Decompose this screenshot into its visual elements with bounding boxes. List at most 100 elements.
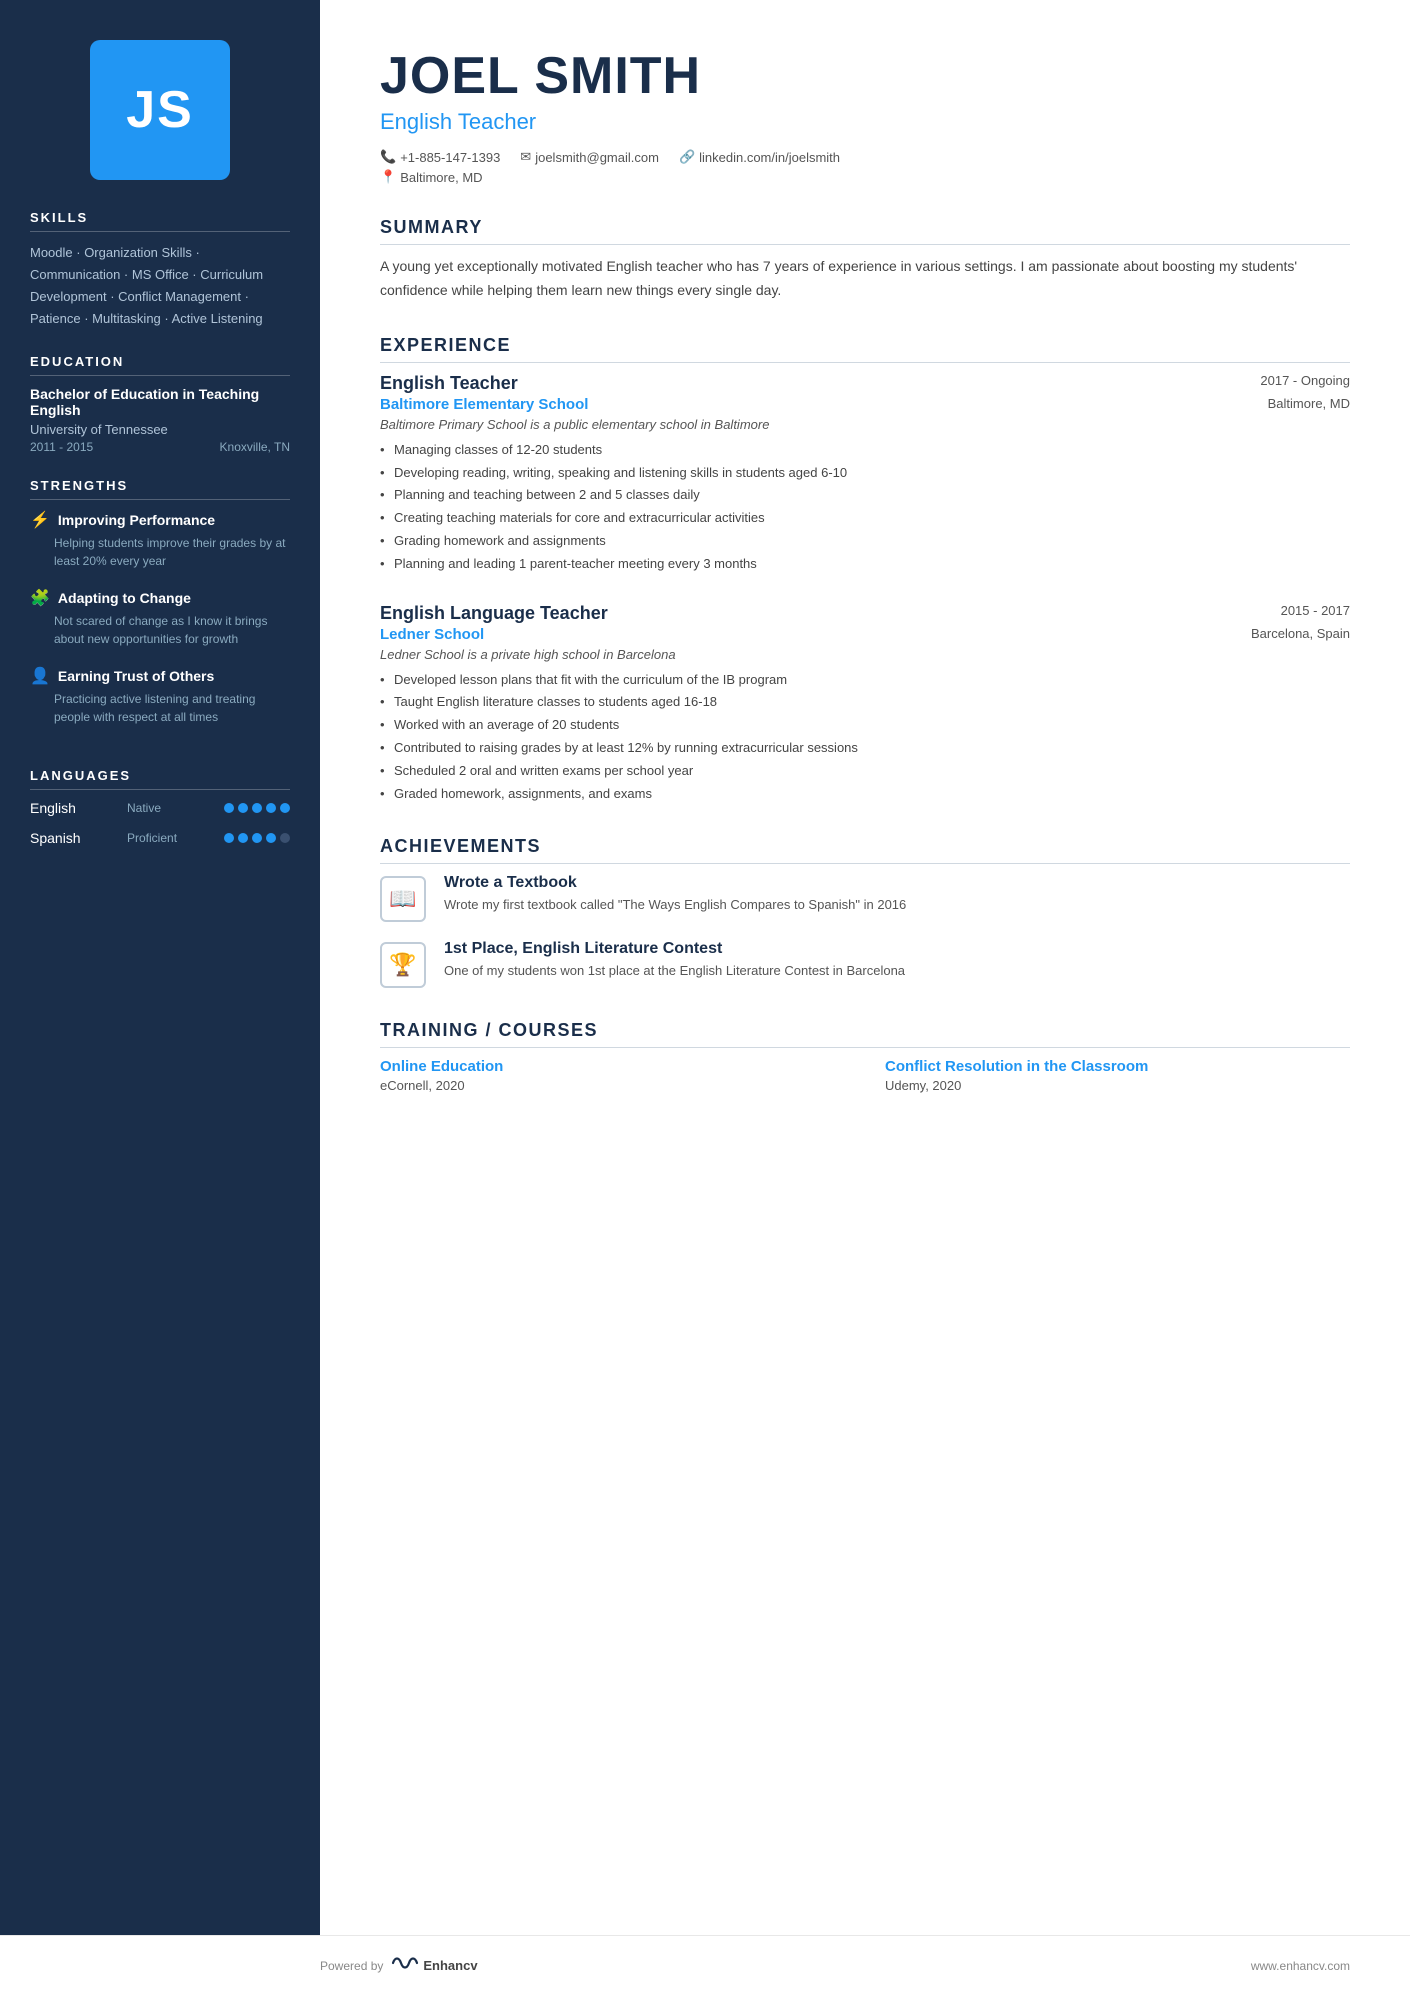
exp-block-2: English Language Teacher 2015 - 2017 Led… [380,603,1350,805]
exp-bullet-2-1: Developed lesson plans that fit with the… [380,670,1350,691]
strengths-title: STRENGTHS [30,478,290,500]
edu-location: Knoxville, TN [220,440,290,454]
edu-degree: Bachelor of Education in Teaching Englis… [30,386,290,418]
contact-location: 📍 Baltimore, MD [380,169,483,185]
skills-title: SKILLS [30,210,290,232]
exp-desc-2: Ledner School is a private high school i… [380,647,1350,662]
strength-item-3: 👤 Earning Trust of Others Practicing act… [30,666,290,726]
dot-s5 [280,833,290,843]
dot-s3 [252,833,262,843]
lang-row-english: English Native [30,800,290,816]
puzzle-icon: 🧩 [30,588,50,608]
dot-s4 [266,833,276,843]
strength-item-2: 🧩 Adapting to Change Not scared of chang… [30,588,290,648]
achievement-desc-2: One of my students won 1st place at the … [444,961,905,981]
exp-bullets-2: Developed lesson plans that fit with the… [380,670,1350,805]
achievement-desc-1: Wrote my first textbook called "The Ways… [444,895,906,915]
achievement-title-2: 1st Place, English Literature Contest [444,940,905,958]
powered-by-label: Powered by [320,1959,383,1973]
resume-main: JS SKILLS Moodle · Organization Skills ·… [0,0,1410,1935]
contact-email: ✉ joelsmith@gmail.com [520,149,659,165]
dot-3 [252,803,262,813]
exp-block-1: English Teacher 2017 - Ongoing Baltimore… [380,373,1350,575]
training-grid: Online Education eCornell, 2020 Conflict… [380,1058,1350,1093]
lang-dots-spanish [224,833,290,843]
exp-bullet-1-4: Creating teaching materials for core and… [380,508,1350,529]
location-icon: 📍 [380,169,396,185]
person-icon: 👤 [30,666,50,686]
contact-line-1: 📞 +1-885-147-1393 ✉ joelsmith@gmail.com … [380,149,1350,165]
strength-item-1: ⚡ Improving Performance Helping students… [30,510,290,570]
lang-level-english: Native [127,801,197,815]
languages-title: LANGUAGES [30,768,290,790]
achievement-icon-1: 📖 [380,876,426,922]
strength-desc-1: Helping students improve their grades by… [30,534,290,570]
exp-bullet-1-3: Planning and teaching between 2 and 5 cl… [380,485,1350,506]
languages-section: LANGUAGES English Native Spanish Profici… [0,768,320,884]
strength-label-3: Earning Trust of Others [58,668,214,684]
person-name: JOEL SMITH [380,48,1350,105]
training-title: TRAINING / COURSES [380,1020,1350,1048]
strength-title-2: 🧩 Adapting to Change [30,588,290,608]
exp-bullet-1-6: Planning and leading 1 parent-teacher me… [380,554,1350,575]
lang-name-spanish: Spanish [30,830,100,846]
contact-linkedin: 🔗 linkedin.com/in/joelsmith [679,149,840,165]
achievement-icon-2: 🏆 [380,942,426,988]
training-item-2: Conflict Resolution in the Classroom Ude… [885,1058,1350,1093]
contact-phone: 📞 +1-885-147-1393 [380,149,500,165]
exp-header-2: English Language Teacher 2015 - 2017 [380,603,1350,624]
dot-4 [266,803,276,813]
linkedin-icon: 🔗 [679,149,695,165]
header: JOEL SMITH English Teacher 📞 +1-885-147-… [380,48,1350,185]
phone-icon: 📞 [380,149,396,165]
exp-bullet-1-2: Developing reading, writing, speaking an… [380,463,1350,484]
lang-dots-english [224,803,290,813]
exp-bullet-2-5: Scheduled 2 oral and written exams per s… [380,761,1350,782]
dot-s2 [238,833,248,843]
edu-dates: 2011 - 2015 Knoxville, TN [30,440,290,454]
lightning-icon: ⚡ [30,510,50,530]
resume-wrapper: JS SKILLS Moodle · Organization Skills ·… [0,0,1410,1995]
exp-dates-1: 2017 - Ongoing [1260,373,1350,388]
enhancv-logo: Enhancv [391,1954,477,1977]
dot-s1 [224,833,234,843]
achievement-content-2: 1st Place, English Literature Contest On… [444,940,905,981]
lang-name-english: English [30,800,100,816]
exp-bullet-2-6: Graded homework, assignments, and exams [380,784,1350,805]
exp-job-title-2: English Language Teacher [380,603,608,624]
training-course-title-1: Online Education [380,1058,845,1075]
dot-2 [238,803,248,813]
exp-company-2: Ledner School [380,626,484,643]
strength-title-3: 👤 Earning Trust of Others [30,666,290,686]
summary-text: A young yet exceptionally motivated Engl… [380,255,1350,303]
exp-header-1: English Teacher 2017 - Ongoing [380,373,1350,394]
experience-title: EXPERIENCE [380,335,1350,363]
training-provider-2: Udemy, 2020 [885,1078,1350,1093]
skills-list: Moodle · Organization Skills · Communica… [30,242,290,330]
edu-years: 2011 - 2015 [30,440,93,454]
strength-desc-3: Practicing active listening and treating… [30,690,290,726]
education-section: EDUCATION Bachelor of Education in Teach… [0,354,320,478]
dot-1 [224,803,234,813]
exp-bullet-1-1: Managing classes of 12-20 students [380,440,1350,461]
achievement-content-1: Wrote a Textbook Wrote my first textbook… [444,874,906,915]
lang-level-spanish: Proficient [127,831,197,845]
exp-bullet-2-2: Taught English literature classes to stu… [380,692,1350,713]
exp-school-row-2: Ledner School Barcelona, Spain [380,624,1350,643]
education-title: EDUCATION [30,354,290,376]
exp-bullet-2-4: Contributed to raising grades by at leas… [380,738,1350,759]
exp-school-row-1: Baltimore Elementary School Baltimore, M… [380,394,1350,413]
footer-left: Powered by Enhancv [320,1954,478,1977]
achievements-title: ACHIEVEMENTS [380,836,1350,864]
dot-5 [280,803,290,813]
footer: Powered by Enhancv www.enhancv.com [0,1935,1410,1995]
enhancv-icon [391,1954,419,1977]
achievement-2: 🏆 1st Place, English Literature Contest … [380,940,1350,988]
summary-title: SUMMARY [380,217,1350,245]
strength-desc-2: Not scared of change as I know it brings… [30,612,290,648]
edu-school: University of Tennessee [30,422,290,437]
exp-job-title-1: English Teacher [380,373,518,394]
achievement-1: 📖 Wrote a Textbook Wrote my first textbo… [380,874,1350,922]
enhancv-brand: Enhancv [423,1958,477,1973]
strength-label-2: Adapting to Change [58,590,191,606]
